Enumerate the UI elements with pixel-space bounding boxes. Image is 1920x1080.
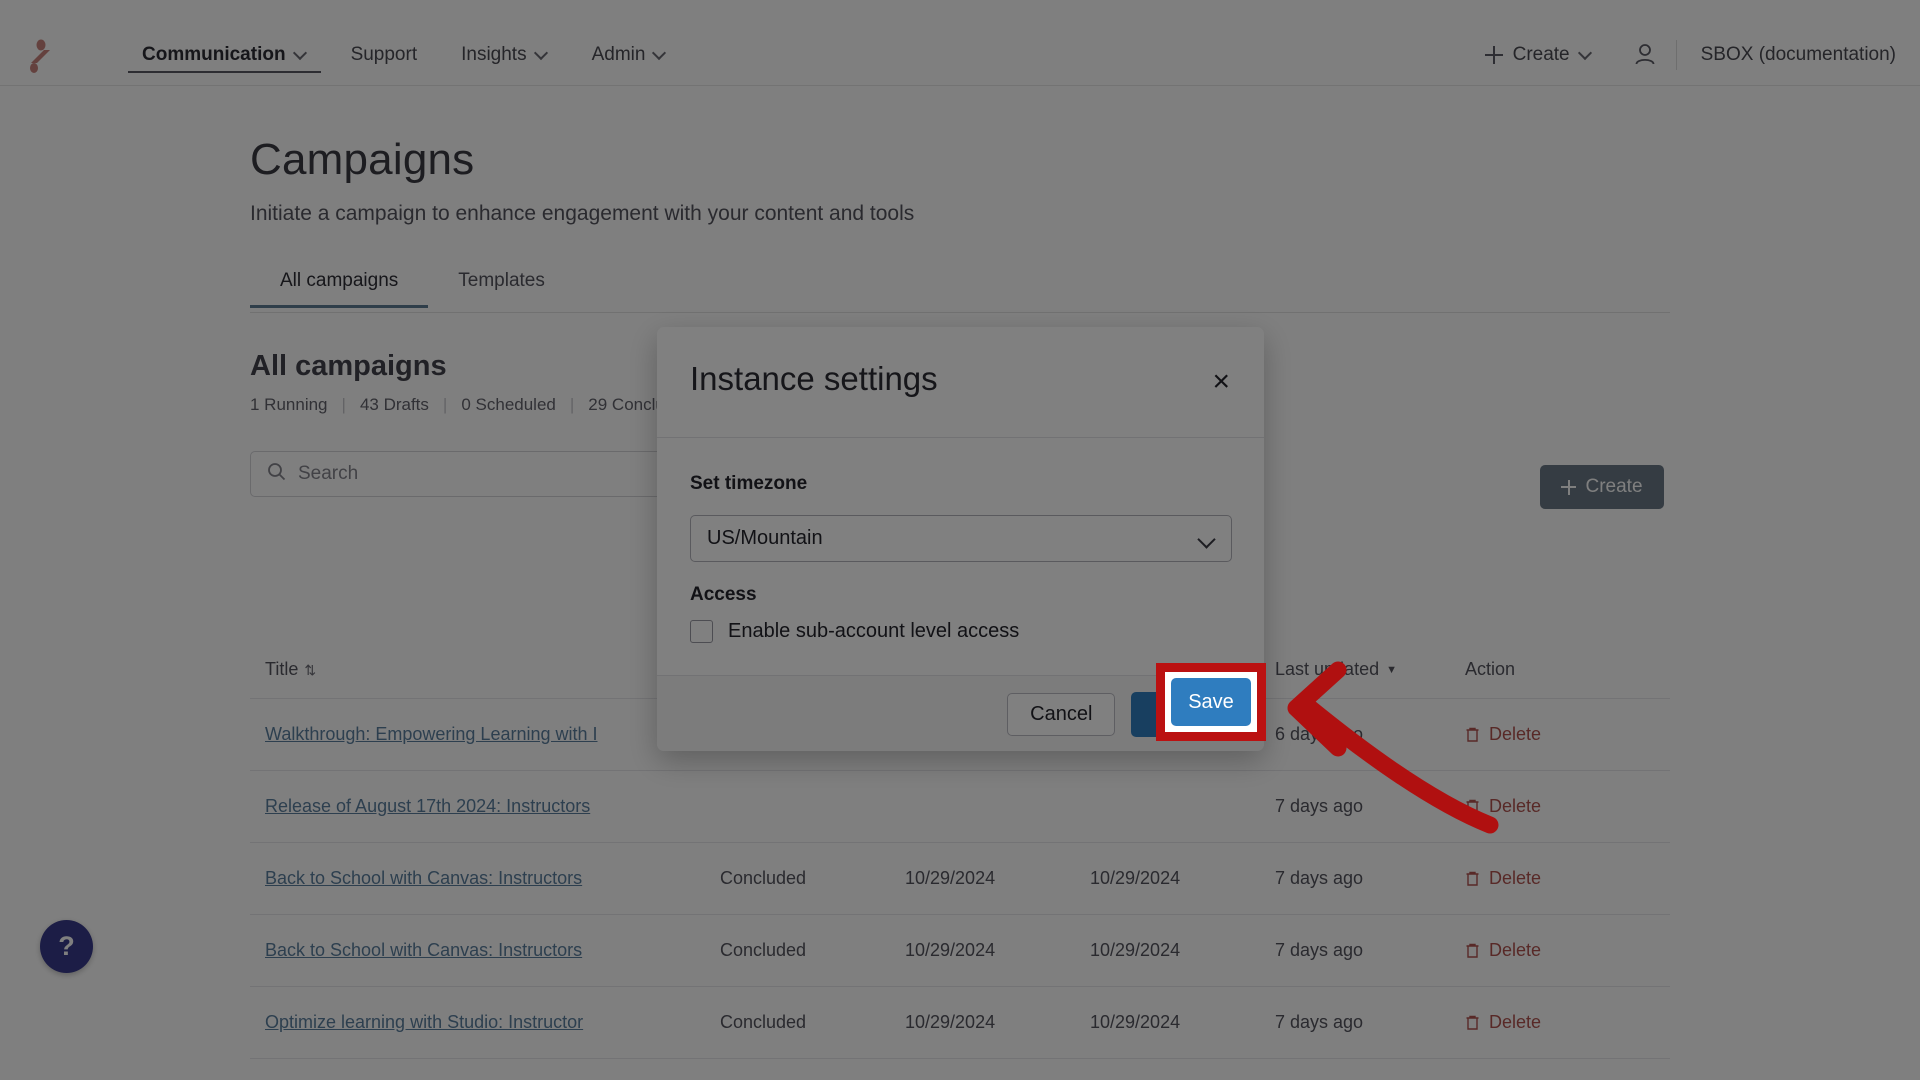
timezone-label: Set timezone [690,473,808,494]
sub-account-access-checkbox-row[interactable]: Enable sub-account level access [690,620,1019,643]
save-button-highlighted[interactable]: Save [1171,678,1251,726]
timezone-select[interactable]: US/Mountain [690,515,1232,562]
cancel-button[interactable]: Cancel [1007,692,1116,736]
dialog-title: Instance settings [690,360,938,397]
access-label: Access [690,584,757,605]
dialog-header: Instance settings × [657,327,1264,438]
timezone-selected-value: US/Mountain [707,527,823,549]
sub-account-access-checkbox[interactable] [690,620,713,643]
chevron-down-icon [1199,531,1215,547]
close-icon[interactable]: × [1212,367,1230,397]
screenshot-root: Communication Support Insights Admin [0,0,1920,1080]
sub-account-access-label: Enable sub-account level access [728,620,1020,642]
dialog-body: Set timezone US/Mountain Access Enable s… [657,438,1264,675]
